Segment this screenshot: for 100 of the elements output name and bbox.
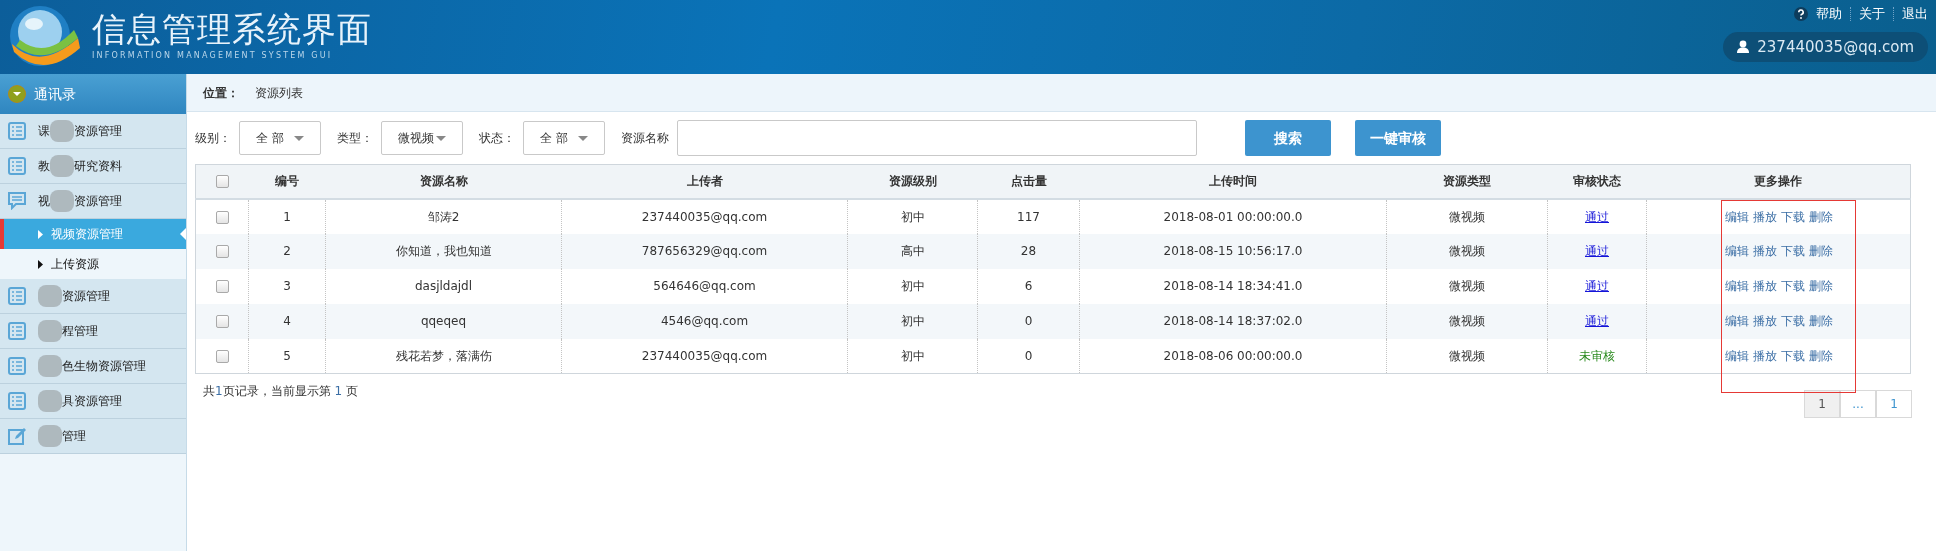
table-cell: 残花若梦，落满伤 (395, 348, 492, 363)
action-link[interactable]: 编辑 (1724, 209, 1749, 224)
header-link[interactable]: 帮助 (1816, 4, 1842, 24)
blur-mask (38, 285, 62, 307)
action-link[interactable]: 播放 (1752, 209, 1777, 224)
caret-icon (578, 135, 588, 141)
filter-label: 状态： (479, 130, 515, 147)
table-cell: 2018-08-01 00:00:00.0 (1163, 209, 1303, 224)
table-cell: 0 (1024, 348, 1033, 363)
breadcrumb-label: 位置： (203, 84, 239, 102)
header-link[interactable]: 关于 (1859, 4, 1885, 24)
table-cell: 2018-08-15 10:56:17.0 (1163, 244, 1303, 258)
action-link[interactable]: 播放 (1752, 244, 1777, 258)
table-cell: 2018-08-06 00:00:00.0 (1163, 348, 1303, 363)
user-account-pill[interactable]: 237440035@qq.com (1723, 31, 1928, 62)
sidebar-item[interactable]: 程管理 (0, 314, 186, 349)
menu-label: 课 (38, 123, 50, 140)
filter-select[interactable]: 全 部 (523, 121, 605, 155)
action-button[interactable]: 搜索 (1245, 120, 1331, 156)
action-link[interactable]: 删除 (1808, 244, 1833, 258)
table-cell: 微视频 (1449, 314, 1485, 328)
column-header: 编号 (275, 174, 299, 189)
menu-label: 程管理 (62, 323, 98, 340)
action-button[interactable]: 一键审核 (1355, 120, 1441, 156)
header-link[interactable]: 退出 (1902, 4, 1928, 24)
column-header: 资源级别 (888, 174, 937, 189)
sidebar-item[interactable]: 资源管理 (0, 279, 186, 314)
checkbox[interactable] (215, 280, 229, 293)
status-link[interactable]: 通过 (1585, 209, 1609, 224)
caret-icon (294, 135, 304, 141)
action-link[interactable]: 删除 (1808, 314, 1833, 328)
list-icon (8, 357, 26, 375)
dropdown-circle-icon (8, 85, 26, 103)
checkbox[interactable] (215, 245, 229, 258)
action-link[interactable]: 编辑 (1724, 348, 1749, 363)
sidebar-item[interactable]: 具资源管理 (0, 384, 186, 419)
breadcrumb-current: 资源列表 (255, 84, 303, 102)
menu-label: 视 (38, 193, 50, 210)
table-cell: 2018-08-14 18:37:02.0 (1163, 314, 1303, 328)
list-icon (8, 122, 26, 140)
action-link[interactable]: 下载 (1780, 209, 1805, 224)
search-label: 资源名称 (621, 130, 669, 147)
action-link[interactable]: 删除 (1808, 279, 1833, 293)
checkbox[interactable] (215, 315, 229, 328)
blur-mask (50, 120, 74, 142)
page-button[interactable]: ... (1840, 390, 1876, 418)
action-link[interactable]: 删除 (1808, 348, 1833, 363)
table-cell: 微视频 (1449, 244, 1485, 258)
checkbox[interactable] (215, 175, 229, 189)
filter-select[interactable]: 微视频 (381, 121, 463, 155)
sidebar-item[interactable]: 课 资源管理 (0, 114, 186, 149)
blur-mask (50, 155, 74, 177)
action-link[interactable]: 删除 (1808, 209, 1833, 224)
table-cell: 微视频 (1449, 209, 1485, 224)
status-link[interactable]: 通过 (1585, 314, 1609, 328)
column-header: 上传时间 (1209, 174, 1257, 189)
action-link[interactable]: 播放 (1752, 279, 1777, 293)
sidebar-item[interactable]: 色生物资源管理 (0, 349, 186, 384)
sidebar-item[interactable]: 视 资源管理 (0, 184, 186, 219)
page-button[interactable]: 1 (1876, 390, 1912, 418)
checkbox[interactable] (215, 210, 229, 224)
action-link[interactable]: 播放 (1752, 348, 1777, 363)
action-link[interactable]: 下载 (1780, 348, 1805, 363)
filter-select[interactable]: 全 部 (239, 121, 321, 155)
action-link[interactable]: 下载 (1780, 314, 1805, 328)
table-cell: 237440035@qq.com (641, 209, 768, 224)
sidebar-item[interactable]: 教 研究资料 (0, 149, 186, 184)
chat-icon (8, 192, 26, 210)
status-link[interactable]: 通过 (1585, 279, 1609, 293)
table-cell: 117 (1017, 209, 1040, 224)
table-cell: 28 (1020, 244, 1037, 258)
blur-mask (38, 320, 62, 342)
table-cell: 6 (1024, 279, 1033, 293)
record-summary: 共1页记录，当前显示第 1 页 (203, 383, 358, 400)
status-link[interactable]: 通过 (1585, 244, 1609, 258)
table-cell: 0 (1024, 314, 1033, 328)
page-button[interactable]: 1 (1804, 390, 1840, 418)
sidebar-item[interactable]: 管理 (0, 419, 186, 454)
checkbox[interactable] (215, 349, 229, 363)
filter-label: 类型： (337, 130, 373, 147)
action-link[interactable]: 编辑 (1724, 314, 1749, 328)
triangle-icon (38, 259, 43, 269)
table-cell: 初中 (900, 279, 925, 293)
status-text: 未审核 (1579, 348, 1615, 363)
column-header: 资源名称 (419, 174, 468, 189)
action-link[interactable]: 下载 (1780, 279, 1805, 293)
table-cell: 微视频 (1449, 279, 1485, 293)
table-cell: 1 (283, 209, 291, 224)
search-field[interactable] (677, 120, 1197, 156)
blur-mask (50, 190, 74, 212)
table-cell: 5 (283, 348, 291, 363)
edit-icon (8, 427, 26, 445)
action-link[interactable]: 下载 (1780, 244, 1805, 258)
column-header: 上传者 (686, 174, 723, 189)
table-cell: dasjldajdl (414, 279, 473, 293)
action-link[interactable]: 播放 (1752, 314, 1777, 328)
table-cell: 初中 (900, 348, 925, 363)
section-heading: 通讯录 (34, 84, 76, 104)
action-link[interactable]: 编辑 (1724, 279, 1749, 293)
action-link[interactable]: 编辑 (1724, 244, 1749, 258)
